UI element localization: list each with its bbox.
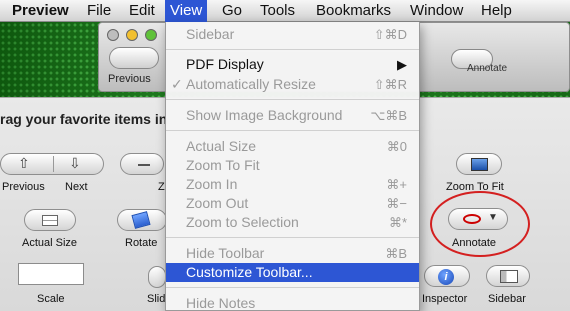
menu-separator (166, 99, 419, 100)
sidebar-icon (500, 270, 518, 283)
menu-item-label: PDF Display (186, 56, 264, 72)
menu-item-shortcut: ⌘* (388, 215, 407, 230)
menu-separator (166, 130, 419, 131)
menu-item-shortcut: ⌥⌘B (370, 108, 407, 123)
menu-item-shortcut: ⇧⌘R (373, 77, 407, 92)
sheet-heading: rag your favorite items in (0, 111, 168, 127)
menu-item-label: Zoom In (186, 176, 238, 192)
segment-divider (53, 156, 54, 172)
view-menu-item-show-image-background[interactable]: Show Image Background ⌥⌘B (166, 106, 419, 125)
up-arrow-icon: ⇧ (18, 155, 30, 171)
submenu-arrow-icon: ▶ (397, 57, 407, 72)
menu-item-label: Zoom Out (186, 195, 249, 211)
sidebar-item-label: Sidebar (488, 293, 526, 305)
menu-item-shortcut: ⇧⌘D (373, 27, 407, 42)
previous-next-segmented[interactable]: ⇧ ⇩ (0, 153, 104, 175)
sidebar-item[interactable] (486, 265, 530, 287)
view-menu-item-hide-notes[interactable]: Hide Notes (166, 294, 419, 311)
menu-bookmarks[interactable]: Bookmarks (316, 2, 391, 22)
scale-label: Scale (37, 293, 65, 305)
menu-help[interactable]: Help (481, 2, 512, 22)
zoom-out-icon (138, 164, 150, 166)
menu-item-label: Customize Toolbar... (186, 264, 313, 280)
view-menu-dropdown: Sidebar ⇧⌘D PDF Display ▶ ✓ Automatically Res… (165, 22, 420, 311)
previous-label: Previous (108, 73, 151, 85)
view-menu-item-actual-size[interactable]: Actual Size ⌘0 (166, 137, 419, 156)
zoom-to-fit-icon (471, 158, 488, 171)
menu-separator (166, 49, 419, 50)
menu-item-label: Show Image Background (186, 107, 343, 123)
menu-item-label: Automatically Resize (186, 76, 316, 92)
close-icon[interactable] (107, 29, 119, 41)
actual-size-label: Actual Size (22, 237, 78, 249)
scale-field[interactable] (18, 263, 84, 285)
actual-size-icon (42, 215, 58, 226)
menu-separator (166, 287, 419, 288)
view-menu-item-hide-toolbar[interactable]: Hide Toolbar ⌘B (166, 244, 419, 263)
menu-item-label: Zoom to Selection (186, 214, 299, 230)
rotate-icon (131, 211, 151, 229)
menu-tools[interactable]: Tools (260, 2, 295, 22)
menu-item-label: Hide Toolbar (186, 245, 265, 261)
menu-window[interactable]: Window (410, 2, 463, 22)
next-item-label: Next (65, 181, 88, 193)
actual-size-item[interactable] (24, 209, 76, 231)
view-menu-item-zoom-to-fit[interactable]: Zoom To Fit (166, 156, 419, 175)
info-icon: i (438, 269, 454, 285)
menu-separator (166, 237, 419, 238)
menu-go[interactable]: Go (222, 2, 242, 22)
rotate-item[interactable] (117, 209, 167, 231)
menu-item-label: Hide Notes (186, 295, 256, 311)
menu-item-label: Actual Size (186, 138, 257, 154)
menu-item-shortcut: ⌘+ (386, 177, 407, 192)
menu-bar: Preview File Edit View Go Tools Bookmark… (0, 0, 570, 22)
menu-item-shortcut: ⌘− (386, 196, 407, 211)
minimize-icon[interactable] (126, 29, 138, 41)
app-menu-preview[interactable]: Preview (12, 2, 69, 22)
annotate-label: Annotate (467, 63, 508, 74)
view-menu-item-sidebar[interactable]: Sidebar ⇧⌘D (166, 25, 419, 44)
menu-item-shortcut: ⌘0 (386, 139, 407, 154)
slideshow-item[interactable] (148, 266, 166, 288)
menu-item-label: Zoom To Fit (186, 157, 260, 173)
view-menu-item-customize-toolbar[interactable]: Customize Toolbar... (166, 263, 419, 282)
view-menu-item-automatically-resize[interactable]: ✓ Automatically Resize ⇧⌘R (166, 75, 419, 94)
view-menu-item-zoom-in[interactable]: Zoom In ⌘+ (166, 175, 419, 194)
down-arrow-icon: ⇩ (69, 155, 81, 171)
menu-item-label: Sidebar (186, 26, 235, 42)
previous-button[interactable] (109, 47, 159, 69)
slideshow-label: Slid (147, 293, 166, 305)
view-menu-item-zoom-to-selection[interactable]: Zoom to Selection ⌘* (166, 213, 419, 232)
menu-item-shortcut: ⌘B (385, 246, 407, 261)
zoom-item-label: Z (158, 181, 165, 193)
inspector-item[interactable]: i (424, 265, 470, 287)
zoom-to-fit-item[interactable] (456, 153, 502, 175)
zoom-item[interactable] (120, 153, 164, 175)
view-menu-item-zoom-out[interactable]: Zoom Out ⌘− (166, 194, 419, 213)
menu-file[interactable]: File (87, 2, 111, 22)
checkmark-icon: ✓ (171, 76, 183, 92)
rotate-label: Rotate (125, 237, 158, 249)
view-menu-item-pdf-display[interactable]: PDF Display ▶ (166, 55, 419, 74)
menu-view[interactable]: View (165, 0, 208, 22)
menu-edit[interactable]: Edit (129, 2, 155, 22)
red-highlight-circle (430, 191, 530, 257)
zoom-window-icon[interactable] (145, 29, 157, 41)
inspector-label: Inspector (422, 293, 468, 305)
previous-item-label: Previous (2, 181, 45, 193)
